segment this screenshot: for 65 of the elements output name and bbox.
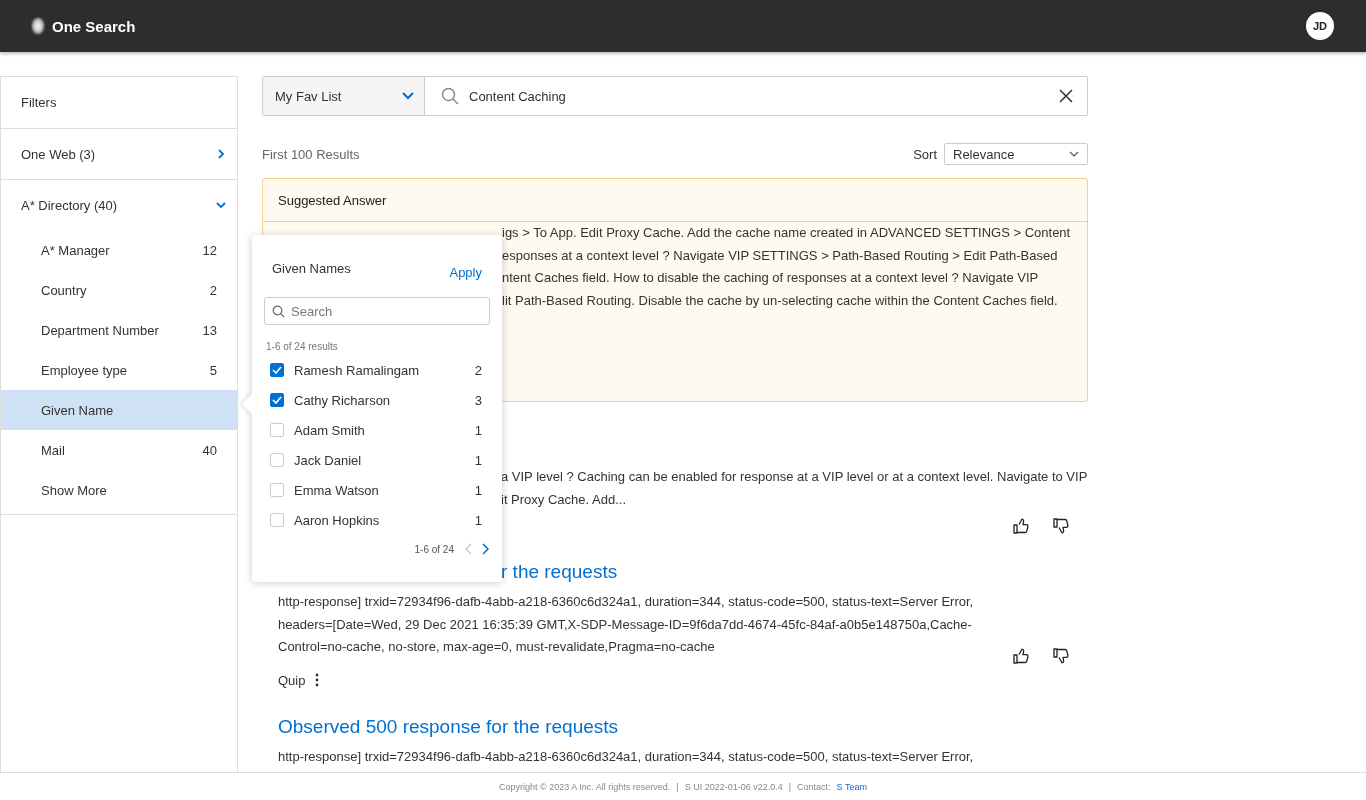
footer-text: Contact: — [797, 782, 831, 792]
option-label[interactable]: Aaron Hopkins — [294, 512, 475, 528]
option-count: 1 — [474, 422, 482, 438]
search-icon — [272, 305, 285, 318]
filter-item[interactable]: Country 2 — [1, 270, 237, 310]
option-count: 3 — [474, 392, 482, 408]
filter-item[interactable]: Department Number 13 — [1, 310, 237, 350]
result-text: it Proxy Cache. Add... — [501, 490, 626, 509]
suggested-answer-title: Suggested Answer — [278, 192, 387, 208]
next-page-button[interactable] — [482, 543, 490, 555]
thumbs-down-icon[interactable] — [1052, 646, 1070, 665]
option-label[interactable]: Adam Smith — [294, 422, 475, 438]
answer-text: lit Path-Based Routing. Disable the cache by un-selecting cache within the Content Caches field. — [502, 291, 1058, 310]
separator: | — [788, 782, 792, 792]
checkbox[interactable] — [270, 363, 284, 377]
checkbox[interactable] — [270, 393, 284, 407]
footer-text: S UI 2022-01-06 v22.0.4 — [684, 782, 783, 792]
thumbs-down-icon[interactable] — [1052, 517, 1070, 535]
chevron-icon[interactable] — [215, 199, 227, 211]
chevron-icon[interactable] — [215, 148, 227, 160]
sort-dropdown[interactable]: Relevance — [944, 143, 1088, 165]
thumbs-up-icon[interactable] — [1012, 646, 1030, 665]
result-text: http-response] trxid=72934f96-dafb-4abb-a218-6360c6d324a1, duration=344, status-code=500, status-text=Server Error, — [278, 747, 974, 766]
filter-item[interactable]: A* Manager 12 — [1, 230, 237, 270]
result-title-link[interactable]: Observed 500 response for the requests — [278, 713, 619, 740]
option-label[interactable]: Cathy Richarson — [294, 392, 475, 408]
option-count: 2 — [474, 362, 482, 378]
answer-text: ntent Caches field. How to disable the caching of responses at a context level ? Navigate VIP — [502, 269, 1039, 287]
result-text: a VIP level ? Caching can be enabled for response at a VIP level or at a context level. Navigate to VIP — [501, 468, 1088, 486]
results-range: 1-6 of 24 results — [266, 341, 339, 354]
filters-title: Filters — [21, 95, 57, 110]
answer-text: esponses at a context level ? Navigate VIP SETTINGS > Path-Based Routing > Edit Path-Based — [502, 246, 1058, 265]
result-text: http-response] trxid=72934f96-dafb-4abb-a218-6360c6d324a1, duration=344, status-code=500, status-text=Server Error, — [278, 593, 974, 611]
separator: | — [676, 782, 679, 792]
popover-title: Given Names — [272, 261, 351, 278]
user-avatar[interactable]: JD — [1306, 12, 1334, 40]
app-title: One Search — [52, 17, 137, 35]
show-more-link[interactable]: Show More — [1, 470, 237, 510]
contact-link[interactable]: S Team — [836, 782, 867, 792]
result-text: headers=[Date=Wed, 29 Dec 2021 16:35:39 GMT,X-SDP-Message-ID=9f6da7dd-4674-45fc-84af-a0b5e148750a,Cache- — [278, 615, 972, 634]
sort-label: Sort — [913, 146, 937, 162]
option-count: 1 — [474, 512, 482, 528]
answer-text: igs > To App. Edit Proxy Cache. Add the cache name created in ADVANCED SETTINGS > Content — [502, 224, 1071, 242]
result-source: Quip — [278, 672, 306, 688]
filter-item[interactable]: Employee type 5 — [1, 350, 237, 390]
chevron-down-icon — [1069, 151, 1079, 157]
filter-item[interactable]: Given Name — [1, 390, 237, 430]
filter-item[interactable]: Mail 40 — [1, 430, 237, 470]
option-count: 1 — [474, 482, 482, 498]
pager-text: 1-6 of 24 — [414, 543, 454, 555]
option-label[interactable]: Ramesh Ramalingam — [294, 362, 475, 378]
footer-text: Copyright © 2023 A Inc. All rights reserved. — [499, 782, 671, 792]
option-label[interactable]: Jack Daniel — [294, 452, 475, 468]
option-count: 1 — [474, 452, 482, 468]
logo-icon — [32, 18, 44, 34]
results-summary: First 100 Results — [262, 146, 360, 162]
thumbs-up-icon[interactable] — [1012, 517, 1030, 535]
filter-group[interactable]: One Web (3) — [1, 129, 237, 179]
search-field[interactable]: Search — [264, 297, 490, 325]
filter-group[interactable]: A* Directory (40) — [1, 180, 237, 230]
result-text: Control=no-cache, no-store, max-age=0, must-revalidate,Pragma=no-cache — [278, 638, 715, 656]
result-title-link[interactable]: r the requests — [501, 559, 618, 585]
apply-button[interactable]: Apply — [449, 261, 482, 283]
option-label[interactable]: Emma Watson — [294, 482, 475, 498]
more-icon[interactable] — [315, 673, 320, 687]
